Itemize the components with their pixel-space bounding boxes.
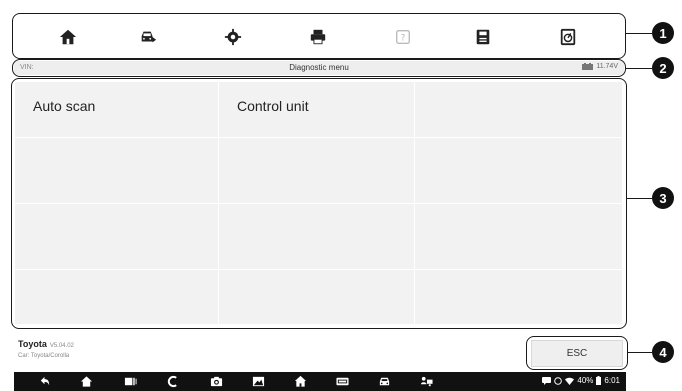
callout-badge: 3 <box>652 187 674 209</box>
camera-icon[interactable] <box>208 374 224 389</box>
callout-badge: 1 <box>652 22 674 44</box>
system-battery-percent: 40% <box>577 376 594 385</box>
system-status-area: 40% 6:01 <box>542 376 620 385</box>
software-version: V5.04.02 <box>49 343 74 349</box>
callout-leader <box>626 68 652 69</box>
battery-icon <box>596 376 602 385</box>
callout-leader <box>626 33 652 34</box>
vehicle-model: Car: Toyota/Corolla <box>18 353 70 359</box>
callout-leader <box>628 352 652 353</box>
callout-leader <box>627 198 652 199</box>
maxisys-home-icon[interactable] <box>292 374 308 389</box>
vehicle-info: Toyota V5.04.02 Car: Toyota/Corolla <box>18 334 74 359</box>
annotation-frame-status-bar <box>12 59 626 77</box>
home-icon[interactable] <box>78 374 94 389</box>
chat-icon <box>542 376 552 385</box>
vehicle-icon[interactable] <box>376 374 392 389</box>
annotation-frame-function-button <box>526 336 628 370</box>
back-icon[interactable] <box>36 374 52 389</box>
autel-app-icon[interactable] <box>164 374 180 389</box>
annotation-frame-main <box>11 78 627 329</box>
callout-badge: 4 <box>652 341 674 363</box>
screenshot-icon[interactable] <box>250 374 266 389</box>
vci-icon[interactable] <box>334 374 350 389</box>
vehicle-make: Toyota <box>18 339 47 349</box>
callout-badge: 2 <box>652 57 674 79</box>
recent-apps-icon[interactable] <box>122 374 138 389</box>
annotation-frame-toolbar <box>12 13 626 59</box>
wifi-icon <box>565 377 575 385</box>
remote-desk-icon[interactable] <box>418 374 434 389</box>
system-clock: 6:01 <box>604 376 620 385</box>
system-navigation-bar: 40% 6:01 <box>14 372 626 391</box>
notification-icon <box>554 376 563 385</box>
